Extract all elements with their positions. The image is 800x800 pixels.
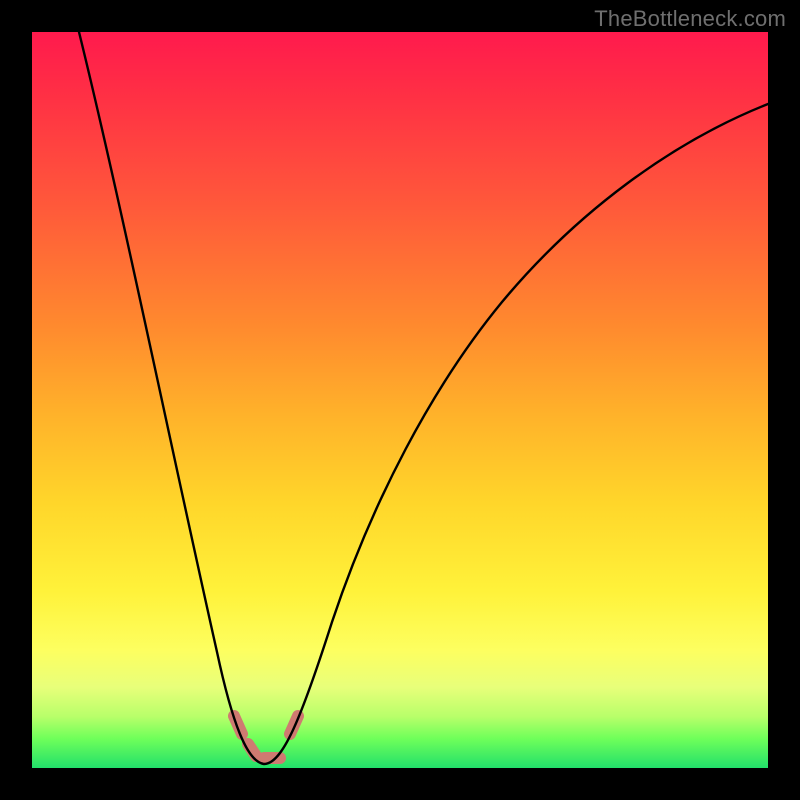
outer-frame: TheBottleneck.com xyxy=(0,0,800,800)
main-curve xyxy=(79,32,768,764)
watermark-text: TheBottleneck.com xyxy=(594,6,786,32)
curve-svg xyxy=(32,32,768,768)
plot-area xyxy=(32,32,768,768)
